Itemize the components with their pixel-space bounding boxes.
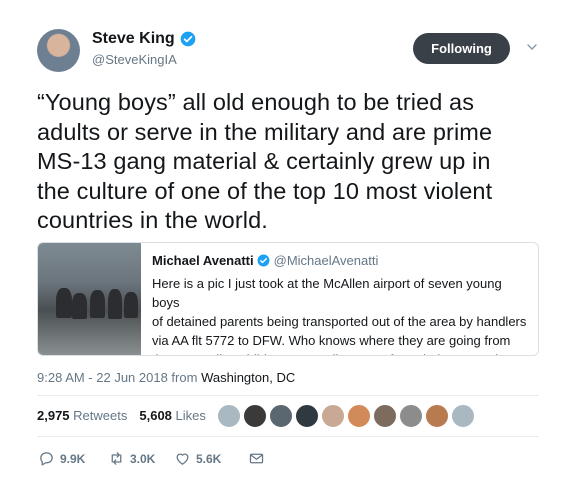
author-handle[interactable]: @SteveKingIA xyxy=(92,52,177,67)
following-button[interactable]: Following xyxy=(413,33,510,64)
author-avatar[interactable] xyxy=(37,29,80,72)
verified-badge-icon xyxy=(257,254,270,267)
tweet-card: Steve King @SteveKingIA Following “Young… xyxy=(0,0,576,477)
divider xyxy=(37,395,539,396)
retweet-icon xyxy=(111,452,122,465)
avatar[interactable] xyxy=(399,404,423,428)
tweet-location[interactable]: Washington, DC xyxy=(201,370,295,385)
avatar[interactable] xyxy=(321,404,345,428)
tweet-timestamp: 9:28 AM - 22 Jun 2018 from Washington, D… xyxy=(37,370,295,385)
timestamp-text[interactable]: 9:28 AM - 22 Jun 2018 from xyxy=(37,370,197,385)
author-name[interactable]: Steve King xyxy=(92,30,175,48)
avatar[interactable] xyxy=(373,404,397,428)
engagement-stats: 2,975 Retweets 5,608 Likes xyxy=(37,408,206,423)
likes-stat[interactable]: 5,608 Likes xyxy=(139,408,206,423)
avatar[interactable] xyxy=(347,404,371,428)
tweet-text: “Young boys” all old enough to be tried … xyxy=(37,89,493,233)
retweets-stat[interactable]: 2,975 Retweets xyxy=(37,408,127,423)
verified-badge-icon xyxy=(180,31,196,47)
reply-count: 9.9K xyxy=(60,451,86,466)
message-icon xyxy=(249,453,264,464)
avatar[interactable] xyxy=(243,404,267,428)
liker-avatars xyxy=(217,404,477,428)
retweet-count: 3.0K xyxy=(130,451,156,466)
heart-icon xyxy=(176,453,189,465)
retweet-button[interactable]: 3.0K xyxy=(108,450,174,467)
quoted-tweet[interactable]: Michael Avenatti @MichaelAvenatti Here i… xyxy=(37,242,539,356)
quoted-author-name: Michael Avenatti xyxy=(152,253,254,268)
like-button[interactable]: 5.6K xyxy=(174,450,246,467)
author-name-row: Steve King xyxy=(92,30,196,48)
quoted-tweet-header: Michael Avenatti @MichaelAvenatti xyxy=(152,253,378,268)
divider xyxy=(37,436,539,437)
quoted-tweet-text: Here is a pic I just took at the McAllen… xyxy=(152,276,527,355)
avatar[interactable] xyxy=(451,404,475,428)
tweet-actions: 9.9K 3.0K 5.6K xyxy=(38,450,270,467)
chevron-down-icon[interactable] xyxy=(526,41,538,53)
avatar[interactable] xyxy=(269,404,293,428)
avatar[interactable] xyxy=(217,404,241,428)
quoted-tweet-photo xyxy=(38,243,141,355)
avatar[interactable] xyxy=(425,404,449,428)
direct-message-button[interactable] xyxy=(248,450,270,467)
reply-icon xyxy=(40,452,53,466)
avatar[interactable] xyxy=(295,404,319,428)
quoted-author-handle: @MichaelAvenatti xyxy=(273,253,379,268)
like-count: 5.6K xyxy=(196,451,222,466)
reply-button[interactable]: 9.9K xyxy=(38,450,96,467)
